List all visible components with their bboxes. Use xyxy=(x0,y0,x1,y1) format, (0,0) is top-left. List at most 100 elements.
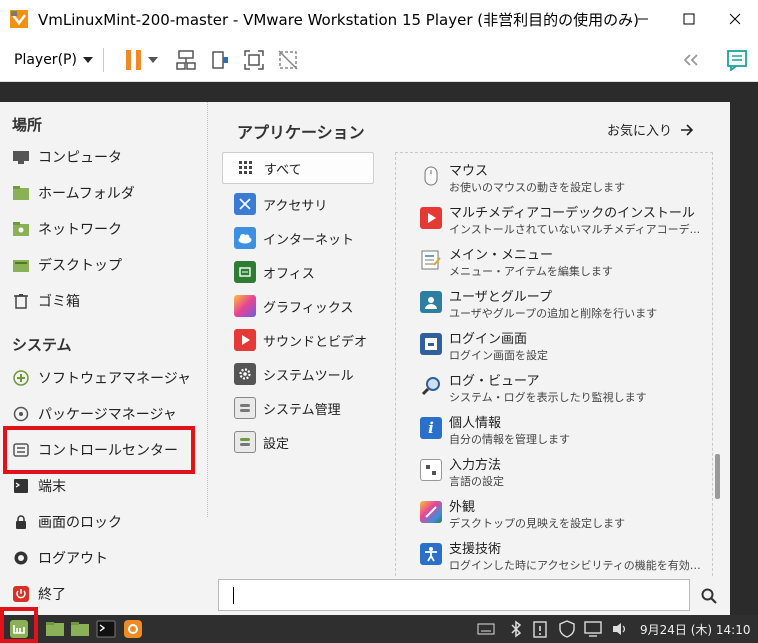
magnifier-icon xyxy=(420,375,442,397)
app-accessibility[interactable]: 支援技術 ログインした時にアクセシビリティの機能を有効に... xyxy=(420,541,711,576)
places-heading: 場所 xyxy=(12,116,43,134)
search-input[interactable] xyxy=(218,579,690,611)
clock[interactable]: 9月24日 (木) 14:10 xyxy=(640,621,750,638)
player-menu[interactable]: Player(P) xyxy=(14,52,93,68)
system-logout[interactable]: ログアウト xyxy=(12,543,108,573)
category-label: システムツール xyxy=(263,368,354,384)
category-label: グラフィックス xyxy=(263,300,354,316)
place-label: ホームフォルダ xyxy=(38,186,135,202)
scissors-icon xyxy=(234,193,256,215)
category-graphics[interactable]: グラフィックス xyxy=(222,290,374,322)
favorites-button[interactable]: お気に入り xyxy=(607,120,694,139)
app-users-groups[interactable]: ユーザとグループ ユーザやグループの追加と削除を行います xyxy=(420,289,710,331)
app-input-method[interactable]: 入力方法 言語の設定 xyxy=(420,457,710,499)
app-name: 支援技術 xyxy=(449,542,502,557)
shield-icon[interactable] xyxy=(557,619,577,639)
keyboard-icon[interactable] xyxy=(476,619,496,639)
logout-icon xyxy=(12,549,30,567)
settings-toggle-icon xyxy=(234,431,256,453)
notes-button[interactable] xyxy=(725,48,749,72)
category-administration[interactable]: システム管理 xyxy=(222,392,374,424)
home-folder-icon xyxy=(12,184,30,202)
applications-heading: アプリケーション xyxy=(237,123,365,142)
app-description: デスクトップの見映えを設定します xyxy=(449,517,625,530)
app-mouse[interactable]: マウス お使いのマウスの動きを設定します xyxy=(420,163,710,205)
system-shutdown[interactable]: 終了 xyxy=(12,579,66,609)
play-icon xyxy=(234,329,256,351)
files-launcher[interactable] xyxy=(69,618,91,640)
category-label: システム管理 xyxy=(263,402,341,418)
send-ctrl-alt-del-button[interactable] xyxy=(174,48,198,72)
unity-button[interactable] xyxy=(276,48,300,72)
pause-icon xyxy=(125,49,141,70)
system-terminal[interactable]: 端末 xyxy=(12,471,66,501)
system-lock-screen[interactable]: 画面のロック xyxy=(12,507,122,537)
place-label: デスクトップ xyxy=(38,258,122,274)
app-personal-info[interactable]: i 個人情報 自分の情報を管理します xyxy=(420,415,710,457)
app-name: 個人情報 xyxy=(449,416,502,431)
window-title: VmLinuxMint-200-master - VMware Workstat… xyxy=(38,10,639,29)
clipboard-icon[interactable] xyxy=(530,619,550,639)
category-sound-video[interactable]: サウンドとビデオ xyxy=(222,324,374,356)
volume-icon[interactable] xyxy=(610,619,630,639)
terminal-launcher[interactable] xyxy=(95,618,117,640)
network-icon[interactable] xyxy=(583,619,603,639)
info-icon: i xyxy=(420,417,442,439)
place-trash[interactable]: ゴミ箱 xyxy=(12,286,80,316)
category-settings[interactable]: 設定 xyxy=(222,426,374,458)
admin-toggle-icon xyxy=(234,397,256,419)
gear-icon xyxy=(234,363,256,385)
category-office[interactable]: オフィス xyxy=(222,256,374,288)
office-icon xyxy=(234,261,256,283)
pause-dropdown-button[interactable] xyxy=(146,48,160,72)
category-all[interactable]: すべて xyxy=(222,152,374,184)
maximize-button[interactable] xyxy=(666,0,712,38)
grid-icon xyxy=(235,157,257,179)
app-login-screen[interactable]: ログイン画面ログイン画面を設定 xyxy=(420,331,710,373)
fullscreen-button[interactable] xyxy=(242,48,266,72)
place-home[interactable]: ホームフォルダ xyxy=(12,178,135,208)
collapse-toolbar-button[interactable] xyxy=(680,48,704,72)
close-button[interactable] xyxy=(712,0,758,38)
appearance-icon xyxy=(420,501,442,523)
app-description: ログイン画面を設定 xyxy=(449,349,548,362)
system-heading: システム xyxy=(12,336,72,354)
category-system-tools[interactable]: システムツール xyxy=(222,358,374,390)
bluetooth-icon[interactable] xyxy=(506,619,526,639)
control-center-highlight xyxy=(3,426,195,474)
text-caret xyxy=(233,587,234,604)
pane-divider xyxy=(207,102,208,517)
show-desktop-button[interactable] xyxy=(44,618,66,640)
app-list-scrollbar[interactable] xyxy=(715,454,720,499)
app-codecs[interactable]: マルチメディアコーデックのインストール インストールされていないマルチメディアコー… xyxy=(420,205,710,247)
app-description: 言語の設定 xyxy=(449,475,504,488)
user-icon xyxy=(420,291,442,313)
category-label: オフィス xyxy=(263,266,315,282)
pause-button[interactable] xyxy=(122,48,146,72)
app-main-menu[interactable]: メイン・メニュー メニュー・アイテムを編集します xyxy=(420,247,710,289)
system-package-manager[interactable]: パッケージマネージャ xyxy=(12,399,177,429)
place-network[interactable]: ネットワーク xyxy=(12,214,122,244)
app-name: 外観 xyxy=(449,500,476,515)
app-appearance[interactable]: 外観デスクトップの見映えを設定します xyxy=(420,499,710,541)
dropdown-arrow-icon xyxy=(147,56,158,63)
system-software-manager[interactable]: ソフトウェアマネージャ xyxy=(12,363,191,393)
removable-devices-button[interactable] xyxy=(208,48,232,72)
minimize-button[interactable] xyxy=(620,0,666,38)
power-icon xyxy=(12,585,30,603)
search-button[interactable] xyxy=(697,584,721,608)
firefox-launcher[interactable] xyxy=(122,618,144,640)
menu-editor-icon xyxy=(420,249,442,271)
category-internet[interactable]: インターネット xyxy=(222,222,374,254)
app-log-viewer[interactable]: ログ・ビューア システム・ログを表示したり監視します xyxy=(420,373,710,415)
trash-icon xyxy=(12,292,30,310)
close-icon xyxy=(729,13,741,25)
place-desktop[interactable]: デスクトップ xyxy=(12,250,122,280)
category-accessories[interactable]: アクセサリ xyxy=(222,188,374,220)
place-label: コンピュータ xyxy=(38,150,122,166)
graphics-icon xyxy=(234,295,256,317)
system-label: 端末 xyxy=(38,479,66,495)
app-name: ログイン画面 xyxy=(449,332,528,347)
place-computer[interactable]: コンピュータ xyxy=(12,142,122,172)
fullscreen-icon xyxy=(244,49,264,70)
